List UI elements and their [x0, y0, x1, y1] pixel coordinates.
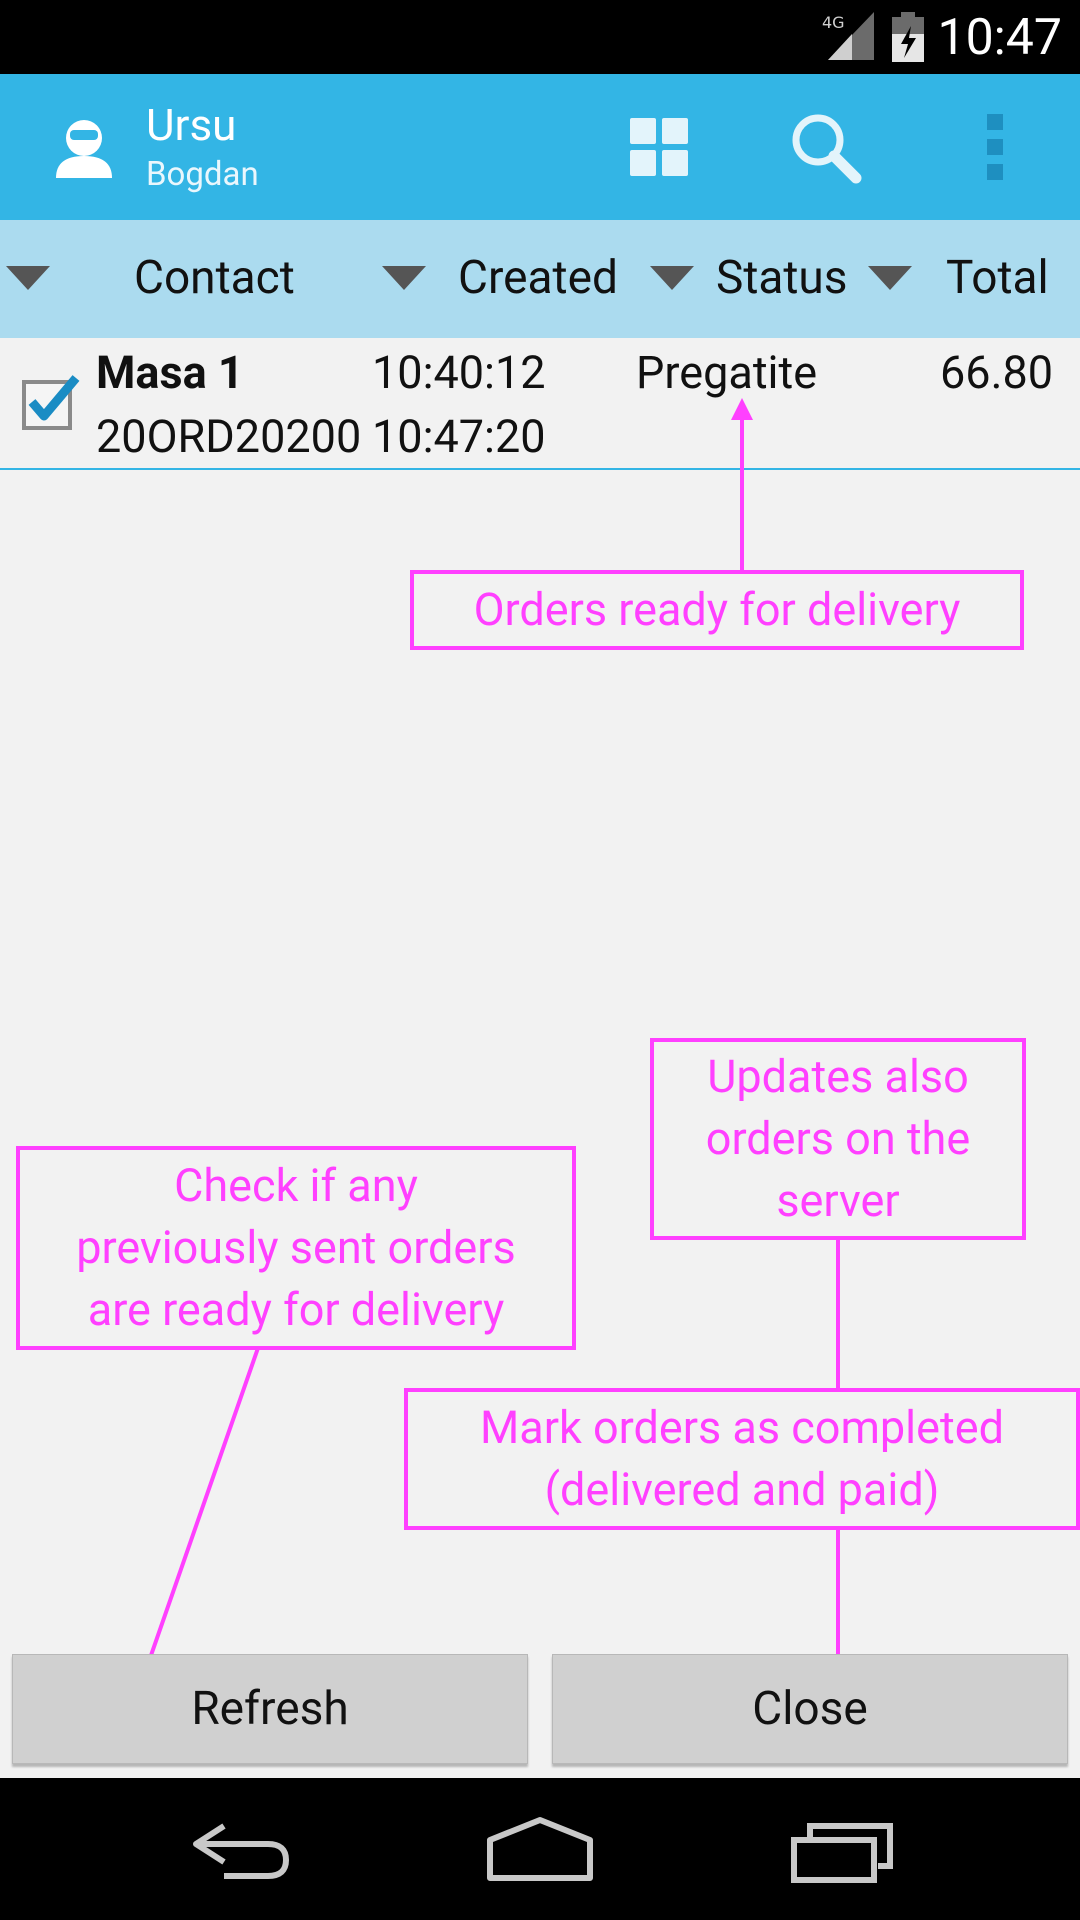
- sort-arrow-icon[interactable]: [868, 266, 912, 292]
- row-divider: [0, 468, 1080, 470]
- checkbox-checked-icon[interactable]: [20, 372, 82, 434]
- battery-icon: [892, 12, 924, 62]
- order-created: 10:40:12: [372, 346, 546, 399]
- svg-text:4G: 4G: [822, 13, 845, 32]
- action-bar: Ursu Bogdan: [0, 74, 1080, 220]
- search-icon[interactable]: [790, 112, 862, 184]
- back-icon[interactable]: [188, 1814, 292, 1884]
- column-status[interactable]: Status: [716, 250, 848, 306]
- user-last-name: Bogdan: [146, 155, 259, 194]
- grid-icon[interactable]: [630, 118, 688, 176]
- sort-arrow-icon[interactable]: [382, 266, 426, 292]
- order-updated: 10:47:20: [372, 410, 546, 463]
- signal-4g-icon: 4G: [822, 12, 874, 60]
- recent-apps-icon[interactable]: [790, 1814, 898, 1884]
- navigation-bar: [0, 1778, 1080, 1920]
- column-header: Contact Created Status Total: [0, 220, 1080, 338]
- column-contact[interactable]: Contact: [134, 250, 295, 306]
- order-status: Pregatite: [636, 346, 818, 399]
- sort-arrow-icon[interactable]: [650, 266, 694, 292]
- order-contact: Masa 1: [96, 346, 244, 399]
- avatar-icon[interactable]: [52, 116, 116, 180]
- order-total: 66.80: [940, 346, 1054, 399]
- home-icon[interactable]: [484, 1814, 596, 1884]
- status-bar: 4G 10:47: [0, 0, 1080, 74]
- annotation-orders-ready: Orders ready for delivery: [410, 570, 1024, 650]
- close-button[interactable]: Close: [552, 1654, 1068, 1764]
- order-number: 20ORD20200: [96, 410, 362, 463]
- annotation-mark-completed: Mark orders as completed (delivered and …: [404, 1388, 1080, 1530]
- status-time: 10:47: [937, 9, 1062, 67]
- annotation-updates-server: Updates also orders on the server: [650, 1038, 1026, 1240]
- column-created[interactable]: Created: [458, 250, 618, 306]
- order-number-cell: 20ORD20200: [96, 410, 370, 470]
- user-first-name: Ursu: [146, 99, 237, 151]
- sort-arrow-icon[interactable]: [6, 266, 50, 292]
- overflow-menu-icon[interactable]: [978, 114, 1014, 180]
- column-total[interactable]: Total: [946, 250, 1049, 306]
- annotation-check-ready: Check if any previously sent orders are …: [16, 1146, 576, 1350]
- refresh-button[interactable]: Refresh: [12, 1654, 528, 1764]
